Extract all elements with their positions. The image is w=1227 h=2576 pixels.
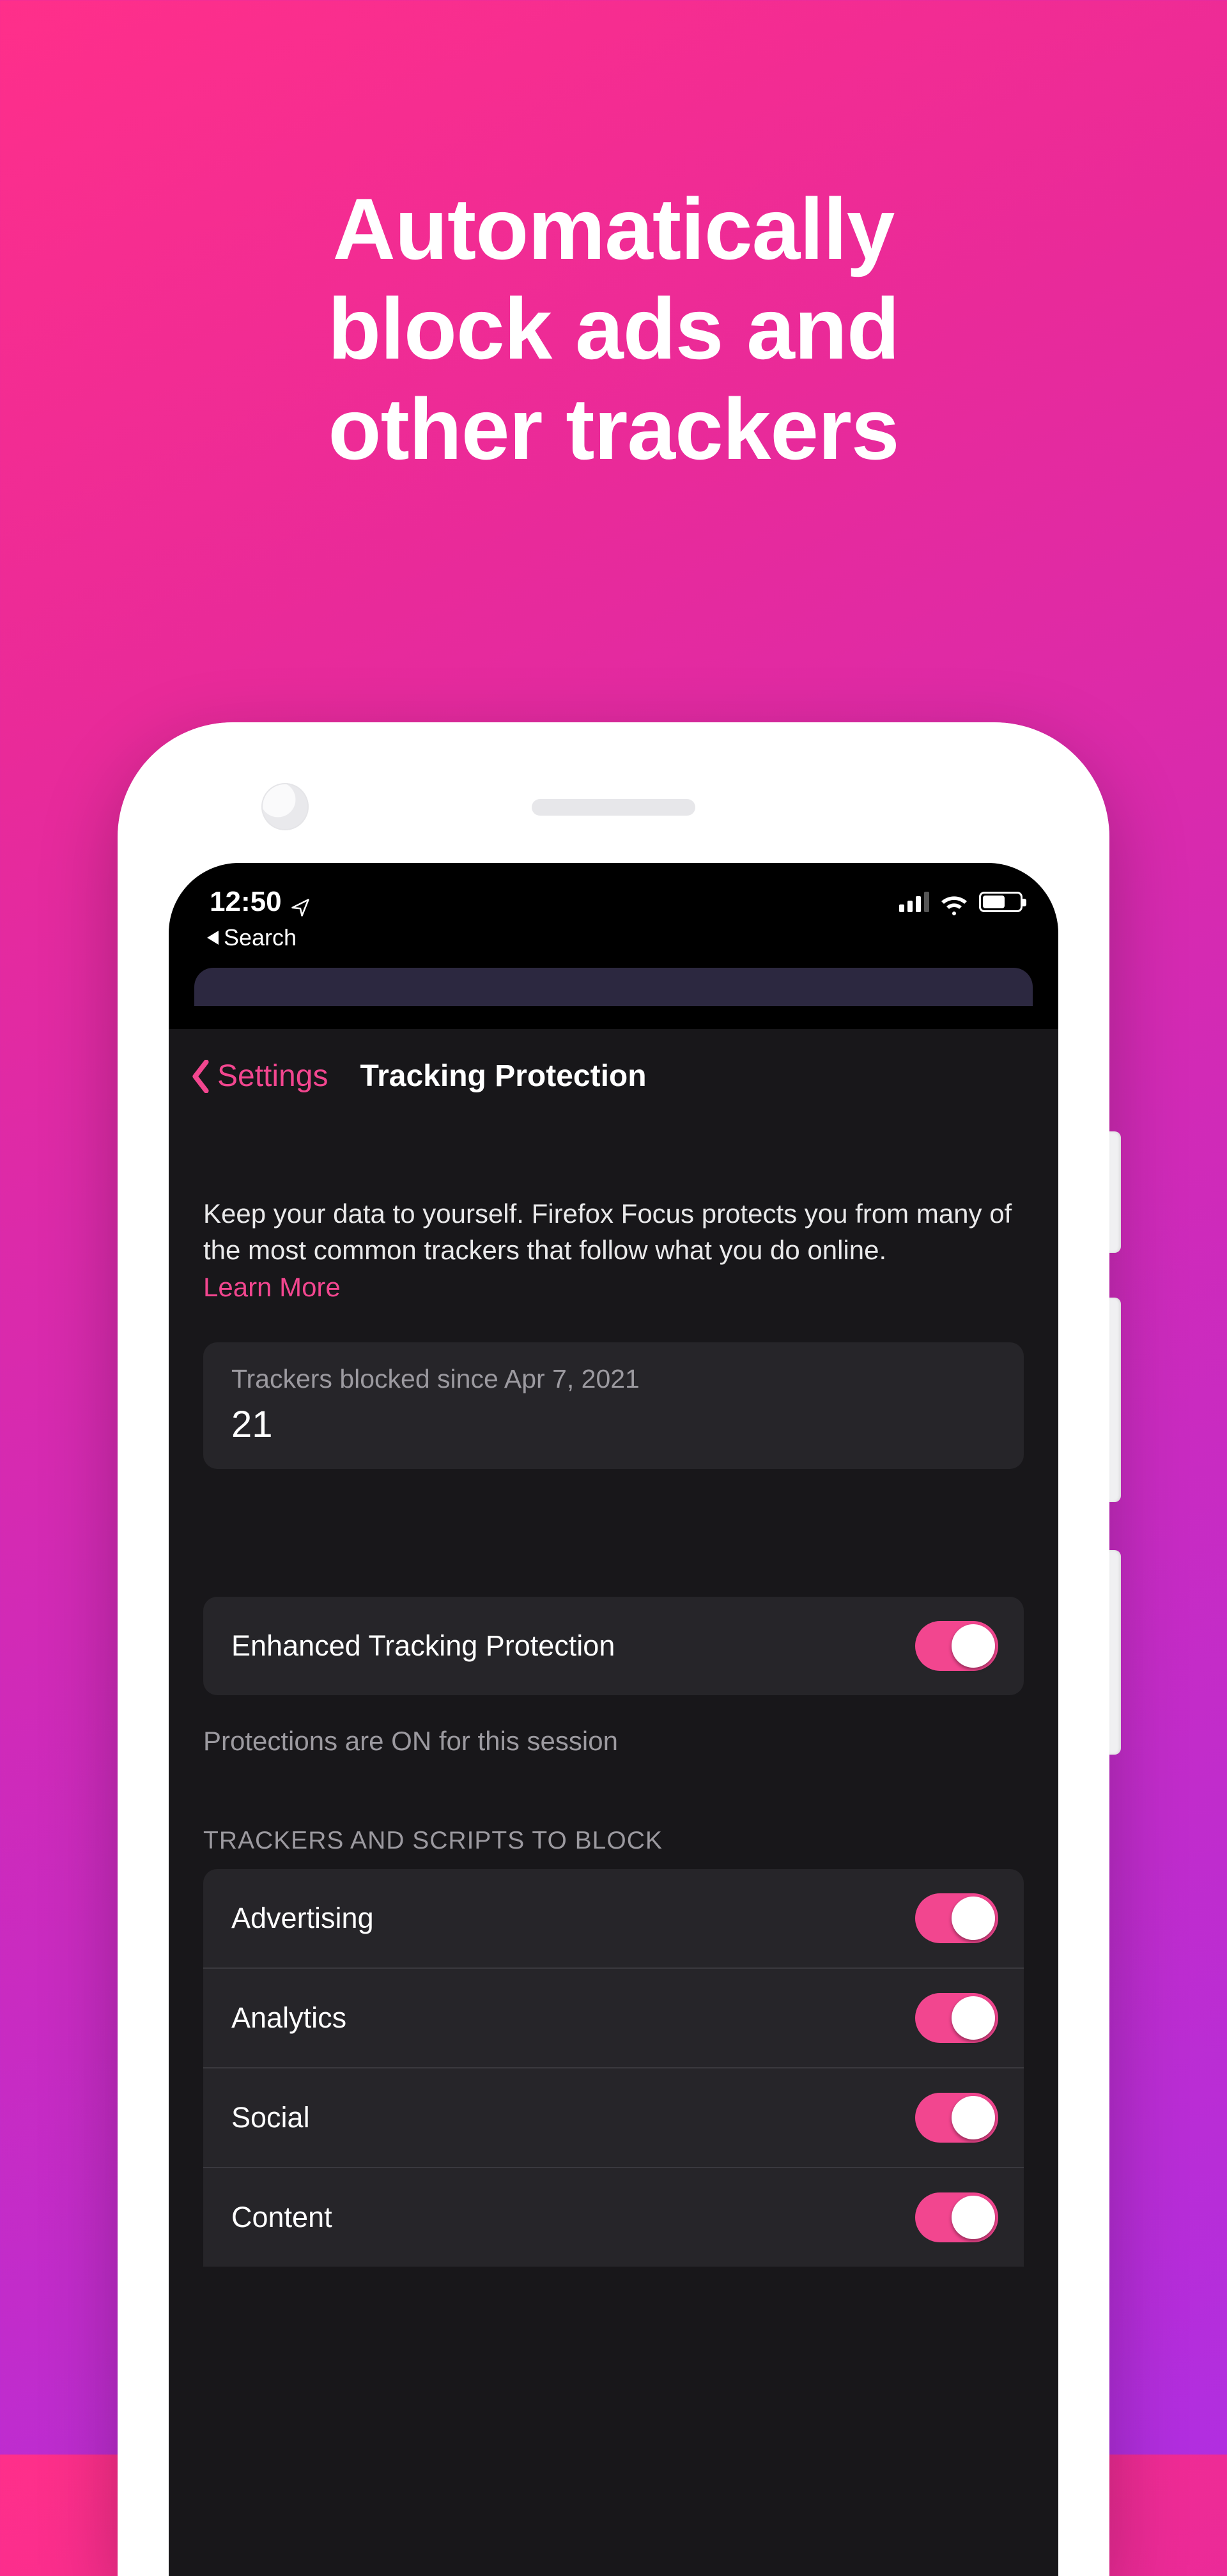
status-bar: 12:50 [169, 863, 1058, 922]
trackers-blocked-count: 21 [231, 1403, 996, 1446]
chevron-left-icon [190, 1060, 211, 1093]
enhanced-tracking-toggle[interactable] [915, 1621, 998, 1671]
content-toggle[interactable] [915, 2192, 998, 2242]
analytics-toggle[interactable] [915, 1993, 998, 2043]
block-list: Advertising Analytics Social Content [203, 1869, 1024, 2267]
address-bar-peek [194, 968, 1033, 1006]
learn-more-link[interactable]: Learn More [203, 1272, 341, 1303]
phone-side-button [1109, 1298, 1121, 1502]
battery-icon [979, 892, 1022, 912]
headline-line-3: other trackers [0, 379, 1227, 479]
block-row-social: Social [203, 2068, 1024, 2168]
block-row-label: Social [231, 2101, 310, 2134]
block-row-content: Content [203, 2168, 1024, 2267]
block-section-header: TRACKERS AND SCRIPTS TO BLOCK [203, 1827, 1024, 1855]
back-label: Settings [217, 1059, 328, 1094]
phone-screen: 12:50 Search [169, 863, 1058, 2576]
phone-side-button [1109, 1131, 1121, 1253]
block-row-advertising: Advertising [203, 1869, 1024, 1969]
nav-bar: Settings Tracking Protection [169, 1029, 1058, 1122]
block-row-label: Advertising [231, 1902, 374, 1935]
intro-text: Keep your data to yourself. Firefox Focu… [203, 1196, 1024, 1268]
social-toggle[interactable] [915, 2093, 998, 2143]
protection-status-note: Protections are ON for this session [203, 1726, 1024, 1757]
trackers-blocked-card: Trackers blocked since Apr 7, 2021 21 [203, 1342, 1024, 1469]
advertising-toggle[interactable] [915, 1893, 998, 1943]
block-row-label: Content [231, 2201, 332, 2234]
back-to-app-button[interactable]: Search [169, 922, 1058, 964]
headline-line-2: block ads and [0, 279, 1227, 378]
trackers-blocked-label: Trackers blocked since Apr 7, 2021 [231, 1364, 996, 1394]
status-time: 12:50 [210, 886, 282, 918]
back-button[interactable]: Settings [190, 1059, 328, 1094]
enhanced-tracking-row: Enhanced Tracking Protection [203, 1597, 1024, 1695]
phone-camera [261, 783, 309, 830]
settings-panel: Settings Tracking Protection Keep your d… [169, 1029, 1058, 2576]
cellular-icon [899, 892, 929, 912]
back-triangle-icon [207, 931, 219, 945]
phone-side-button [1109, 1550, 1121, 1755]
marketing-headline: Automatically block ads and other tracke… [0, 179, 1227, 479]
block-row-analytics: Analytics [203, 1969, 1024, 2068]
enhanced-tracking-label: Enhanced Tracking Protection [231, 1629, 615, 1663]
page-title: Tracking Protection [360, 1059, 646, 1094]
wifi-icon [941, 892, 968, 912]
headline-line-1: Automatically [0, 179, 1227, 279]
block-row-label: Analytics [231, 2001, 346, 2035]
back-to-app-label: Search [224, 924, 297, 951]
location-icon [291, 892, 310, 912]
phone-frame: 12:50 Search [118, 722, 1109, 2576]
phone-speaker [532, 799, 695, 816]
